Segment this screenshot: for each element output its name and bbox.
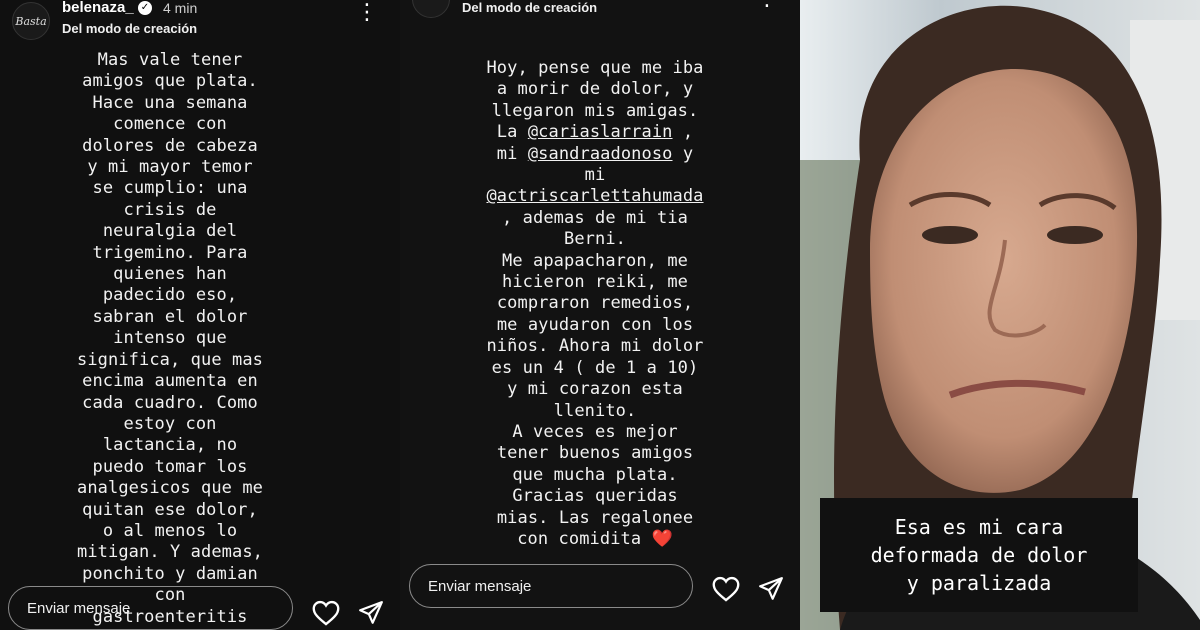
- story-text-line: a morir de dolor, y: [496, 79, 694, 100]
- photo-caption: Esa es mi cara deformada de dolor y para…: [820, 498, 1138, 612]
- story-text: Hoy, pense que me iba a morir de dolor, y…: [400, 58, 795, 550]
- story-header: Basta belenaza_ ✓ 4 min Del modo de crea…: [0, 0, 400, 46]
- mention-link[interactable]: @actriscarlettahumada: [486, 186, 703, 206]
- avatar[interactable]: Basta: [12, 2, 50, 40]
- story-text-line: Berni.: [563, 229, 626, 250]
- more-options-icon[interactable]: ⋮: [356, 1, 378, 23]
- avatar-logo-text: Basta: [15, 14, 47, 28]
- more-options-icon[interactable]: ⋮: [756, 0, 778, 9]
- story-text-line: La @cariaslarrain ,: [496, 122, 694, 143]
- story-text-line: @actriscarlettahumada: [400, 186, 795, 207]
- story-text-line: llenito.: [553, 400, 637, 421]
- message-input[interactable]: Enviar mensaje: [8, 586, 293, 630]
- story-text-line: hicieron reiki, me: [501, 272, 689, 293]
- story-header: Del modo de creación ⋮: [400, 0, 800, 46]
- send-icon[interactable]: [358, 600, 384, 626]
- heart-icon[interactable]: [712, 576, 740, 602]
- heart-icon[interactable]: [312, 600, 340, 626]
- story-text-line: y mi corazon esta: [507, 379, 683, 400]
- story-text-line: con comidita ❤️: [517, 528, 673, 549]
- creation-mode-label: Del modo de creación: [62, 21, 198, 36]
- story-text-line: es un 4 ( de 1 a 10): [491, 357, 699, 378]
- mention-link[interactable]: @cariaslarrain: [528, 122, 673, 142]
- story-panel-1: Basta belenaza_ ✓ 4 min Del modo de crea…: [0, 0, 400, 630]
- story-text-line: mi @sandraadonoso y: [496, 143, 694, 164]
- story-text-line: niños. Ahora mi dolor: [486, 336, 704, 357]
- verified-badge-icon: ✓: [138, 1, 152, 15]
- story-text: Mas vale tener amigos que plata. Hace un…: [76, 50, 264, 627]
- story-text-line: que mucha plata.: [512, 464, 678, 485]
- story-text-line: Me apapacharon, me: [501, 250, 689, 271]
- story-panel-2: Del modo de creación ⋮ Hoy, pense que me…: [400, 0, 800, 630]
- story-text-line: tener buenos amigos: [496, 443, 694, 464]
- story-text-line: mias. Las regalonee: [496, 507, 694, 528]
- story-text-line: Gracias queridas: [512, 486, 678, 507]
- story-text-line: compraron remedios,: [496, 293, 694, 314]
- username[interactable]: belenaza_: [62, 0, 134, 16]
- story-text-line: llegaron mis amigas.: [491, 100, 699, 121]
- mention-link[interactable]: @sandraadonoso: [528, 144, 673, 164]
- story-text-line: mi: [584, 165, 606, 186]
- avatar[interactable]: [412, 0, 450, 18]
- story-text-line: , ademas de mi tia: [501, 207, 689, 228]
- story-text-line: A veces es mejor: [512, 421, 678, 442]
- story-text-line: me ayudaron con los: [496, 314, 694, 335]
- send-icon[interactable]: [758, 576, 784, 602]
- story-text-line: Hoy, pense que me iba: [486, 58, 704, 78]
- post-time: 4 min: [163, 0, 198, 16]
- creation-mode-label: Del modo de creación: [462, 0, 598, 15]
- message-input[interactable]: Enviar mensaje: [409, 564, 693, 608]
